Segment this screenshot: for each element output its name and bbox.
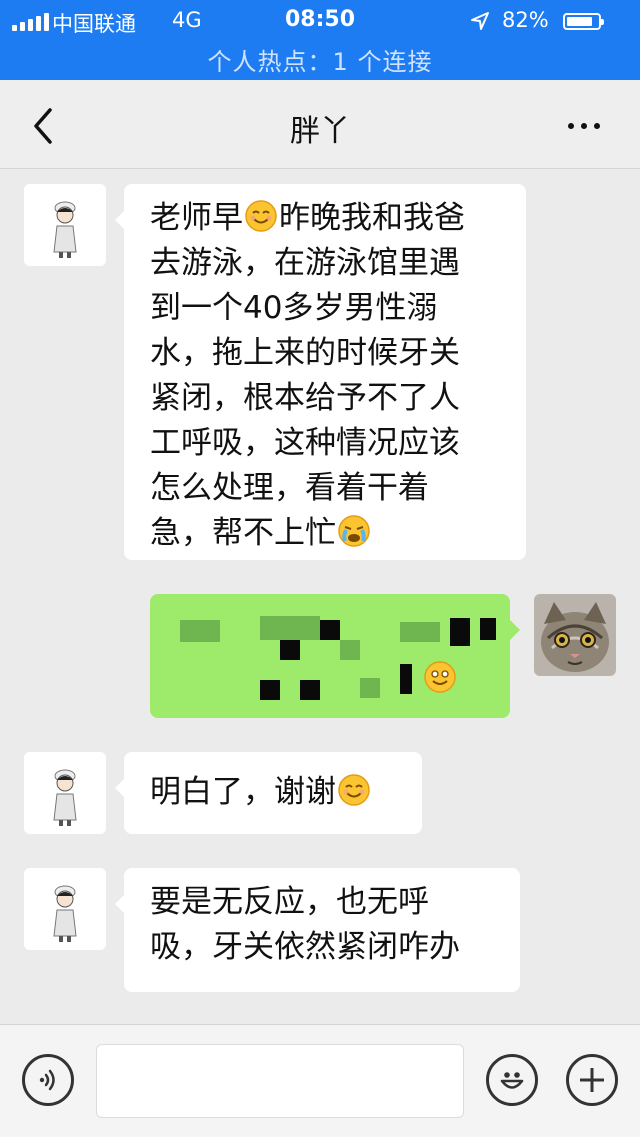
message-text: 紧闭，根本给予不了人 [150, 380, 460, 416]
message-text: 吸，牙关依然紧闭咋办 [150, 929, 460, 965]
message-text: 怎么处理，看着干着 [150, 470, 429, 506]
smiley-icon [496, 1064, 528, 1100]
message-text: 去游泳，在游泳馆里遇 [150, 245, 460, 281]
battery-percent: 82% [502, 8, 549, 32]
contact-avatar[interactable] [24, 184, 106, 266]
smiling-face-icon [244, 199, 278, 233]
chat-title: 胖丫 [290, 114, 350, 149]
message-text: 工呼吸，这种情况应该 [150, 425, 460, 461]
more-button[interactable] [556, 102, 612, 150]
crying-face-icon [337, 514, 371, 548]
message-text: 到一个40多岁男性溺 [150, 290, 438, 326]
add-button[interactable] [566, 1054, 618, 1106]
smiling-face-icon [337, 773, 371, 807]
emoji-button[interactable] [486, 1054, 538, 1106]
battery-icon [563, 13, 604, 30]
pixelated-message-content [150, 594, 510, 718]
voice-button[interactable] [22, 1054, 74, 1106]
ellipsis-icon [568, 123, 600, 129]
my-avatar[interactable] [534, 594, 616, 676]
message-text: 水，拖上来的时候牙关 [150, 335, 460, 371]
message-text: 要是无反应，也无呼 [150, 884, 429, 920]
input-bar [0, 1024, 640, 1137]
message-text: 明白了，谢谢 [150, 770, 402, 815]
chat-header: 胖丫 [0, 80, 640, 169]
message-text: 老师早 昨晚我和我爸 [150, 199, 465, 236]
message-bubble-received[interactable]: 明白了，谢谢 [115, 752, 422, 834]
status-bar: 中国联通 4G 08:50 82% 个人热点：1 个连接 [0, 0, 640, 80]
message-bubble-received[interactable]: 要是无反应，也无呼 吸，牙关依然紧闭咋办 [115, 868, 520, 992]
voice-icon [35, 1067, 61, 1097]
contact-avatar[interactable] [24, 868, 106, 950]
location-arrow-icon [470, 11, 490, 36]
message-text: 急，帮不上忙 [150, 511, 506, 556]
message-input[interactable] [96, 1044, 464, 1118]
message-bubble-received[interactable]: 老师早 昨晚我和我爸 去游泳，在游泳馆里遇 到一个40多岁男性溺 水，拖上来的时候… [115, 184, 526, 560]
plus-icon [578, 1066, 606, 1098]
contact-avatar[interactable] [24, 752, 106, 834]
smiling-face-icon [423, 660, 457, 694]
hotspot-banner[interactable]: 个人热点：1 个连接 [0, 42, 640, 77]
message-bubble-sent[interactable] [150, 594, 520, 718]
